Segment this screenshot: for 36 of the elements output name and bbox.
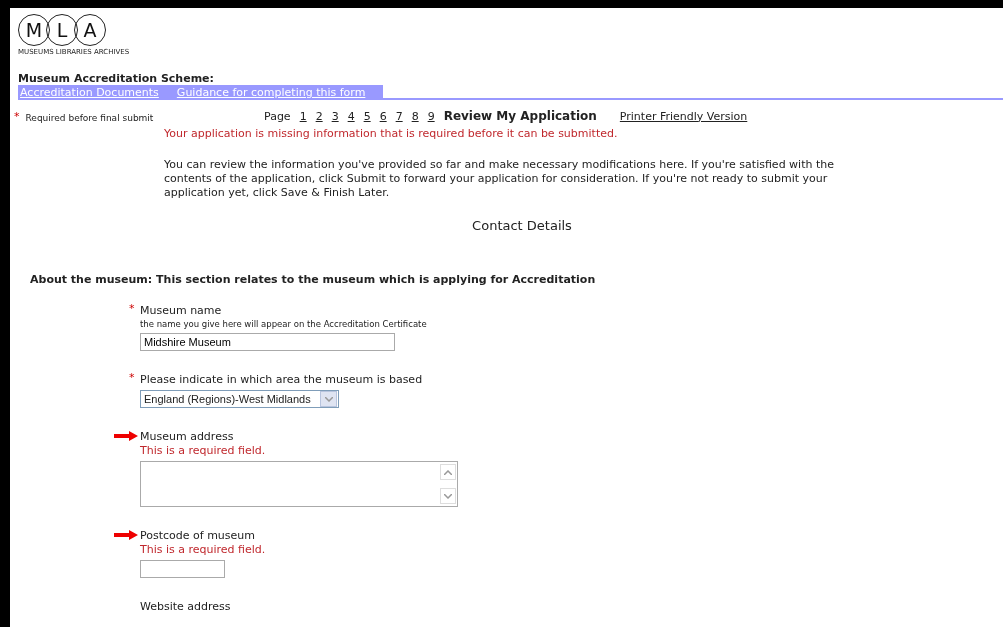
area-dropdown[interactable]: England (Regions)-West Midlands <box>140 390 339 408</box>
caret-icon <box>324 396 333 402</box>
error-message: Your application is missing information that is required before it can be submitted. <box>164 127 619 140</box>
field-label: Please indicate in which area the museum is based <box>140 373 424 386</box>
page-link[interactable]: 3 <box>331 109 339 123</box>
required-mark: * <box>129 371 135 384</box>
required-note: Required before final submit <box>25 112 154 123</box>
field-label: Museum name <box>140 304 223 317</box>
field-hint: the name you give here will appear on the Accreditation Certificate <box>140 319 428 329</box>
page-link[interactable]: 2 <box>315 109 323 123</box>
page-link[interactable]: 1 <box>299 109 307 123</box>
field-error: This is a required field. <box>140 543 267 556</box>
page-link[interactable]: 4 <box>347 109 355 123</box>
required-mark: * <box>129 302 135 315</box>
field-label: Postcode of museum <box>140 529 256 542</box>
scroll-up-icon <box>444 469 452 475</box>
page-link[interactable]: 9 <box>427 109 435 123</box>
page-link[interactable]: 6 <box>379 109 387 123</box>
text-field[interactable]: Midshire Museum <box>140 333 395 351</box>
page-link[interactable]: 7 <box>395 109 403 123</box>
scheme-title: Museum Accreditation Scheme: <box>18 72 215 85</box>
page-link[interactable]: 5 <box>363 109 371 123</box>
field-error: This is a required field. <box>140 444 267 457</box>
printer-link[interactable]: Printer Friendly Version <box>619 109 748 123</box>
page-link[interactable]: 8 <box>411 109 419 123</box>
intro-text: You can review the information you've provided so far and make necessary modifications here. If you're satisfied with the contents of the application, click Submit to forward your application for consideration. If you're not ready to submit your application yet, click Save & Finish Later. <box>164 158 835 200</box>
page-link[interactable]: Review My Application <box>443 109 597 123</box>
field-label: Website address <box>140 600 232 613</box>
subsection-heading: About the museum: This section relates to the museum which is applying for Accreditation <box>30 273 597 286</box>
page-label: Page <box>264 109 291 123</box>
text-field[interactable] <box>140 560 225 578</box>
address-field[interactable] <box>140 461 458 507</box>
scroll-down-icon <box>444 493 452 499</box>
field-label: Museum address <box>140 430 235 443</box>
section-heading: Contact Details <box>471 218 573 233</box>
required-mark: * <box>14 109 20 123</box>
